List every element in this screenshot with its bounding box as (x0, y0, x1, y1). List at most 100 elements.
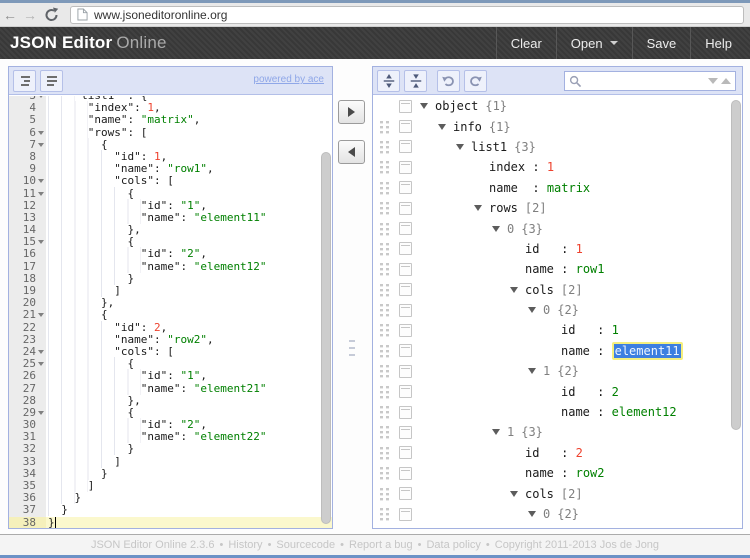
footer-link[interactable]: History (228, 539, 262, 551)
row-actions-button[interactable] (399, 365, 412, 378)
expand-triangle-icon[interactable] (438, 124, 453, 130)
tree-value[interactable]: element12 (612, 405, 677, 419)
drag-handle-icon[interactable] (379, 323, 391, 337)
tree-field[interactable]: rows (489, 201, 518, 215)
tree-field[interactable]: cols (525, 487, 554, 501)
drag-handle-icon[interactable] (379, 385, 391, 399)
row-actions-button[interactable] (399, 283, 412, 296)
powered-by-ace-link[interactable]: powered by ace (253, 74, 324, 85)
row-actions-button[interactable] (399, 222, 412, 235)
drag-handle-icon[interactable] (379, 446, 391, 460)
tree-field[interactable]: list1 (471, 140, 507, 154)
tree-field[interactable]: name (561, 405, 590, 419)
format-json-button[interactable] (13, 70, 36, 92)
search-input[interactable] (585, 74, 708, 88)
footer-link[interactable]: Report a bug (349, 539, 413, 551)
tree-field[interactable]: id (561, 385, 575, 399)
row-actions-button[interactable] (399, 467, 412, 480)
header-button-save[interactable]: Save (632, 27, 691, 59)
tree-field[interactable]: id (525, 446, 539, 460)
back-arrow-icon[interactable]: ← (0, 7, 20, 23)
tree-value[interactable]: matrix (547, 181, 590, 195)
tree-value[interactable]: 1 (576, 242, 583, 256)
expand-triangle-icon[interactable] (510, 491, 525, 497)
header-button-open[interactable]: Open (556, 27, 632, 59)
fold-toggle-icon[interactable] (36, 358, 46, 370)
drag-handle-icon[interactable] (379, 242, 391, 256)
row-actions-button[interactable] (399, 161, 412, 174)
tree-value[interactable]: row2 (576, 466, 605, 480)
row-actions-button[interactable] (399, 508, 412, 521)
code-line[interactable]: } (46, 504, 332, 516)
tree-field[interactable]: 0 (543, 507, 550, 521)
drag-handle-icon[interactable] (379, 344, 391, 358)
code-line[interactable]: } (46, 517, 332, 528)
row-actions-button[interactable] (399, 181, 412, 194)
expand-triangle-icon[interactable] (492, 226, 507, 232)
panel-splitter-handle[interactable] (349, 340, 355, 361)
tree-field[interactable]: 1 (507, 425, 514, 439)
row-actions-button[interactable] (399, 344, 412, 357)
search-next-icon[interactable] (708, 78, 718, 84)
row-actions-button[interactable] (399, 426, 412, 439)
tree-value[interactable]: 1 (547, 160, 554, 174)
row-actions-button[interactable] (399, 202, 412, 215)
row-actions-button[interactable] (399, 242, 412, 255)
expand-triangle-icon[interactable] (528, 307, 543, 313)
tree-field[interactable]: id (561, 323, 575, 337)
row-actions-button[interactable] (399, 446, 412, 459)
code-line[interactable]: "name": "element12" (46, 261, 332, 273)
row-actions-button[interactable] (399, 324, 412, 337)
fold-toggle-icon[interactable] (36, 127, 46, 139)
code-line[interactable]: ] (46, 456, 332, 468)
tree-value[interactable]: 2 (576, 446, 583, 460)
tree-scrollbar[interactable] (731, 100, 741, 430)
drag-handle-icon[interactable] (379, 364, 391, 378)
tree-value[interactable]: 1 (612, 323, 619, 337)
drag-handle-icon[interactable] (379, 283, 391, 297)
tree-field[interactable]: name (489, 181, 518, 195)
code-line[interactable]: { (46, 309, 332, 321)
drag-handle-icon[interactable] (379, 303, 391, 317)
fold-toggle-icon[interactable] (36, 309, 46, 321)
fold-toggle-icon[interactable] (36, 188, 46, 200)
row-actions-button[interactable] (399, 487, 412, 500)
collapse-all-button[interactable] (404, 70, 427, 92)
tree-field[interactable]: name (525, 466, 554, 480)
search-previous-icon[interactable] (721, 78, 731, 84)
tree-field[interactable]: 0 (543, 303, 550, 317)
expand-triangle-icon[interactable] (492, 429, 507, 435)
row-actions-button[interactable] (399, 263, 412, 276)
row-actions-button[interactable] (399, 140, 412, 153)
copy-code-to-tree-button[interactable] (338, 100, 365, 124)
drag-handle-icon[interactable] (379, 222, 391, 236)
tree-field[interactable]: name (561, 344, 590, 358)
drag-handle-icon[interactable] (379, 262, 391, 276)
expand-triangle-icon[interactable] (474, 205, 489, 211)
redo-button[interactable] (464, 70, 487, 92)
editor-scrollbar[interactable] (321, 152, 331, 524)
row-actions-button[interactable] (399, 100, 412, 113)
url-bar[interactable]: www.jsoneditoronline.org (70, 6, 744, 24)
editor-code-area[interactable]: "list1" : { "index": 1, "name": "matrix"… (46, 96, 332, 528)
fold-toggle-icon[interactable] (36, 236, 46, 248)
tree-field[interactable]: index (489, 160, 525, 174)
drag-handle-icon[interactable] (379, 160, 391, 174)
expand-triangle-icon[interactable] (456, 144, 471, 150)
drag-handle-icon[interactable] (379, 487, 391, 501)
code-line[interactable]: ] (46, 480, 332, 492)
copy-tree-to-code-button[interactable] (338, 140, 365, 164)
footer-link[interactable]: Sourcecode (276, 539, 335, 551)
undo-button[interactable] (437, 70, 460, 92)
fold-toggle-icon[interactable] (36, 175, 46, 187)
tree-field[interactable]: object (435, 99, 478, 113)
drag-handle-icon[interactable] (379, 201, 391, 215)
row-actions-button[interactable] (399, 120, 412, 133)
drag-handle-icon[interactable] (379, 140, 391, 154)
fold-toggle-icon[interactable] (36, 139, 46, 151)
tree-field[interactable]: info (453, 120, 482, 134)
code-editor[interactable]: 3456789101112131415161718192021222324252… (9, 96, 332, 528)
forward-arrow-icon[interactable]: → (20, 7, 40, 23)
header-button-clear[interactable]: Clear (496, 27, 556, 59)
drag-handle-icon[interactable] (379, 466, 391, 480)
